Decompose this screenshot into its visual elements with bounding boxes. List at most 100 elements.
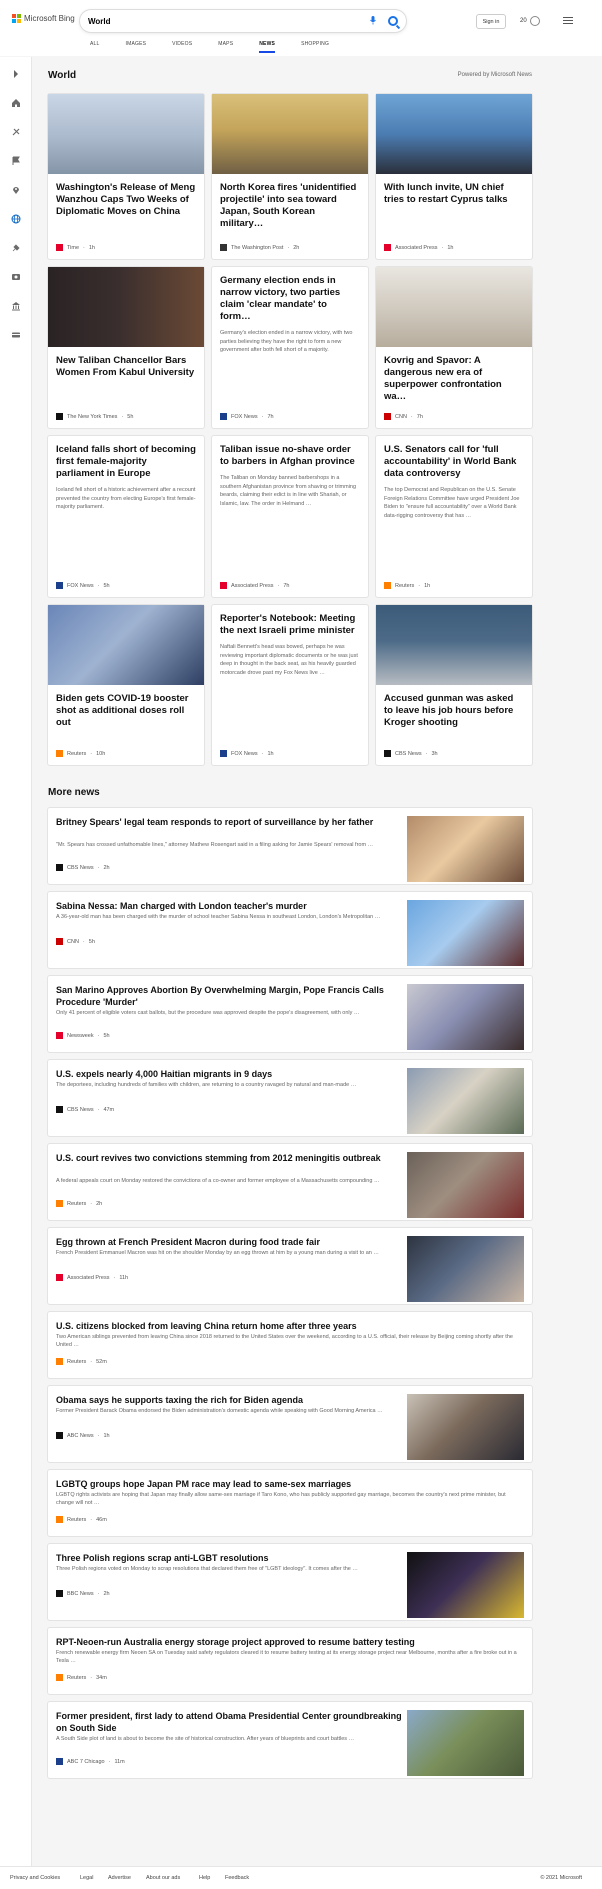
more-news-thumbnail[interactable] xyxy=(407,1394,524,1460)
news-card-source[interactable]: Associated Press · 1h xyxy=(384,244,453,251)
signin-button[interactable]: Sign in xyxy=(476,14,506,29)
news-card-source[interactable]: The Washington Post · 2h xyxy=(220,244,299,251)
news-card-image[interactable] xyxy=(212,94,368,174)
politics-icon[interactable] xyxy=(10,300,21,311)
more-news-title-link[interactable]: Former president, first lady to attend O… xyxy=(56,1710,406,1734)
search-icon[interactable] xyxy=(388,16,398,26)
tab-news[interactable]: NEWS xyxy=(259,41,276,53)
sports-icon[interactable] xyxy=(10,126,21,137)
microphone-icon[interactable] xyxy=(370,15,380,27)
more-news-title-link[interactable]: San Marino Approves Abortion By Overwhel… xyxy=(56,984,406,1008)
more-news-thumbnail[interactable] xyxy=(407,1152,524,1218)
news-card[interactable]: With lunch invite, UN chief tries to res… xyxy=(376,94,532,259)
news-card-image[interactable] xyxy=(48,605,204,685)
news-card-title[interactable]: Reporter's Notebook: Meeting the next Is… xyxy=(212,605,368,637)
more-news-source[interactable]: BBC News · 2h xyxy=(56,1590,110,1597)
more-news-source[interactable]: Reuters · 2h xyxy=(56,1200,102,1207)
news-card-title[interactable]: With lunch invite, UN chief tries to res… xyxy=(376,174,532,206)
expand-arrow-icon[interactable] xyxy=(10,68,21,79)
footer-link-about-our-ads[interactable]: About our ads xyxy=(146,1875,180,1881)
more-news-title-link[interactable]: U.S. citizens blocked from leaving China… xyxy=(56,1320,522,1332)
more-news-item[interactable]: Three Polish regions scrap anti-LGBT res… xyxy=(48,1544,532,1620)
news-card-source[interactable]: CNN · 7h xyxy=(384,413,423,420)
footer-link-help[interactable]: Help xyxy=(199,1875,210,1881)
more-news-item[interactable]: Egg thrown at French President Macron du… xyxy=(48,1228,532,1304)
news-card-title[interactable]: U.S. Senators call for 'full accountabil… xyxy=(376,436,532,480)
tab-all[interactable]: ALL xyxy=(90,41,100,53)
more-news-title-link[interactable]: U.S. court revives two convictions stemm… xyxy=(56,1152,406,1164)
more-news-source[interactable]: Associated Press · 11h xyxy=(56,1274,128,1281)
home-icon[interactable] xyxy=(10,97,21,108)
more-news-source[interactable]: CNN · 5h xyxy=(56,938,95,945)
news-card[interactable]: U.S. Senators call for 'full accountabil… xyxy=(376,436,532,597)
more-news-item[interactable]: U.S. court revives two convictions stemm… xyxy=(48,1144,532,1220)
more-news-title-link[interactable]: Obama says he supports taxing the rich f… xyxy=(56,1394,406,1406)
more-news-item[interactable]: Britney Spears' legal team responds to r… xyxy=(48,808,532,884)
news-card-title[interactable]: Biden gets COVID-19 booster shot as addi… xyxy=(48,685,204,729)
news-card-title[interactable]: Iceland falls short of becoming first fe… xyxy=(48,436,204,480)
news-card-source[interactable]: Associated Press · 7h xyxy=(220,582,289,589)
more-news-item[interactable]: RPT-Neoen-run Australia energy storage p… xyxy=(48,1628,532,1694)
more-news-source[interactable]: Reuters · 52m xyxy=(56,1358,107,1365)
more-news-title-link[interactable]: Three Polish regions scrap anti-LGBT res… xyxy=(56,1552,406,1564)
news-card[interactable]: Kovrig and Spavor: A dangerous new era o… xyxy=(376,267,532,428)
news-card[interactable]: Washington's Release of Meng Wanzhou Cap… xyxy=(48,94,204,259)
more-news-item[interactable]: Obama says he supports taxing the rich f… xyxy=(48,1386,532,1462)
more-news-thumbnail[interactable] xyxy=(407,1552,524,1618)
news-card-title[interactable]: North Korea fires 'unidentified projecti… xyxy=(212,174,368,230)
more-news-title-link[interactable]: LGBTQ groups hope Japan PM race may lead… xyxy=(56,1478,522,1490)
news-card-title[interactable]: Accused gunman was asked to leave his jo… xyxy=(376,685,532,729)
news-card[interactable]: Biden gets COVID-19 booster shot as addi… xyxy=(48,605,204,765)
news-card-source[interactable]: Reuters · 10h xyxy=(56,750,105,757)
news-card-source[interactable]: FOX News · 7h xyxy=(220,413,274,420)
news-card[interactable]: Reporter's Notebook: Meeting the next Is… xyxy=(212,605,368,765)
news-card[interactable]: Accused gunman was asked to leave his jo… xyxy=(376,605,532,765)
more-news-thumbnail[interactable] xyxy=(407,1710,524,1776)
more-news-thumbnail[interactable] xyxy=(407,816,524,882)
tab-images[interactable]: IMAGES xyxy=(126,41,147,53)
news-card-source[interactable]: Reuters · 1h xyxy=(384,582,430,589)
news-card[interactable]: North Korea fires 'unidentified projecti… xyxy=(212,94,368,259)
news-card-source[interactable]: FOX News · 1h xyxy=(220,750,274,757)
tab-maps[interactable]: MAPS xyxy=(218,41,233,53)
more-news-item[interactable]: Former president, first lady to attend O… xyxy=(48,1702,532,1778)
more-news-source[interactable]: Newsweek · 5h xyxy=(56,1032,110,1039)
tab-shopping[interactable]: SHOPPING xyxy=(301,41,329,53)
entertainment-icon[interactable] xyxy=(10,271,21,282)
news-card-image[interactable] xyxy=(376,605,532,685)
footer-link-feedback[interactable]: Feedback xyxy=(225,1875,249,1881)
news-card-source[interactable]: The New York Times · 5h xyxy=(56,413,133,420)
tab-videos[interactable]: VIDEOS xyxy=(172,41,192,53)
more-news-item[interactable]: San Marino Approves Abortion By Overwhel… xyxy=(48,976,532,1052)
news-card-title[interactable]: Taliban issue no-shave order to barbers … xyxy=(212,436,368,468)
more-news-item[interactable]: U.S. expels nearly 4,000 Haitian migrant… xyxy=(48,1060,532,1136)
bing-logo[interactable]: Microsoft Bing xyxy=(12,14,75,23)
news-card[interactable]: Iceland falls short of becoming first fe… xyxy=(48,436,204,597)
news-card-image[interactable] xyxy=(48,94,204,174)
hamburger-menu-icon[interactable] xyxy=(563,17,573,26)
more-news-source[interactable]: Reuters · 46m xyxy=(56,1516,107,1523)
news-card-title[interactable]: New Taliban Chancellor Bars Women From K… xyxy=(48,347,204,379)
news-card-image[interactable] xyxy=(48,267,204,347)
news-card[interactable]: Germany election ends in narrow victory,… xyxy=(212,267,368,428)
more-news-title-link[interactable]: Britney Spears' legal team responds to r… xyxy=(56,816,406,828)
more-news-item[interactable]: LGBTQ groups hope Japan PM race may lead… xyxy=(48,1470,532,1536)
more-news-thumbnail[interactable] xyxy=(407,984,524,1050)
more-news-item[interactable]: Sabina Nessa: Man charged with London te… xyxy=(48,892,532,968)
flag-icon[interactable] xyxy=(10,155,21,166)
more-news-source[interactable]: Reuters · 34m xyxy=(56,1674,107,1681)
news-card[interactable]: New Taliban Chancellor Bars Women From K… xyxy=(48,267,204,428)
footer-link-advertise[interactable]: Advertise xyxy=(108,1875,131,1881)
science-icon[interactable] xyxy=(10,242,21,253)
more-news-title-link[interactable]: Sabina Nessa: Man charged with London te… xyxy=(56,900,406,912)
more-news-source[interactable]: ABC News · 1h xyxy=(56,1432,110,1439)
more-news-source[interactable]: CBS News · 47m xyxy=(56,1106,114,1113)
news-card-title[interactable]: Washington's Release of Meng Wanzhou Cap… xyxy=(48,174,204,218)
more-news-item[interactable]: U.S. citizens blocked from leaving China… xyxy=(48,1312,532,1378)
more-news-thumbnail[interactable] xyxy=(407,1068,524,1134)
more-news-title-link[interactable]: RPT-Neoen-run Australia energy storage p… xyxy=(56,1636,522,1648)
news-card-source[interactable]: FOX News · 5h xyxy=(56,582,110,589)
more-news-source[interactable]: CBS News · 2h xyxy=(56,864,110,871)
news-card-source[interactable]: CBS News · 3h xyxy=(384,750,438,757)
search-input[interactable] xyxy=(88,16,370,26)
